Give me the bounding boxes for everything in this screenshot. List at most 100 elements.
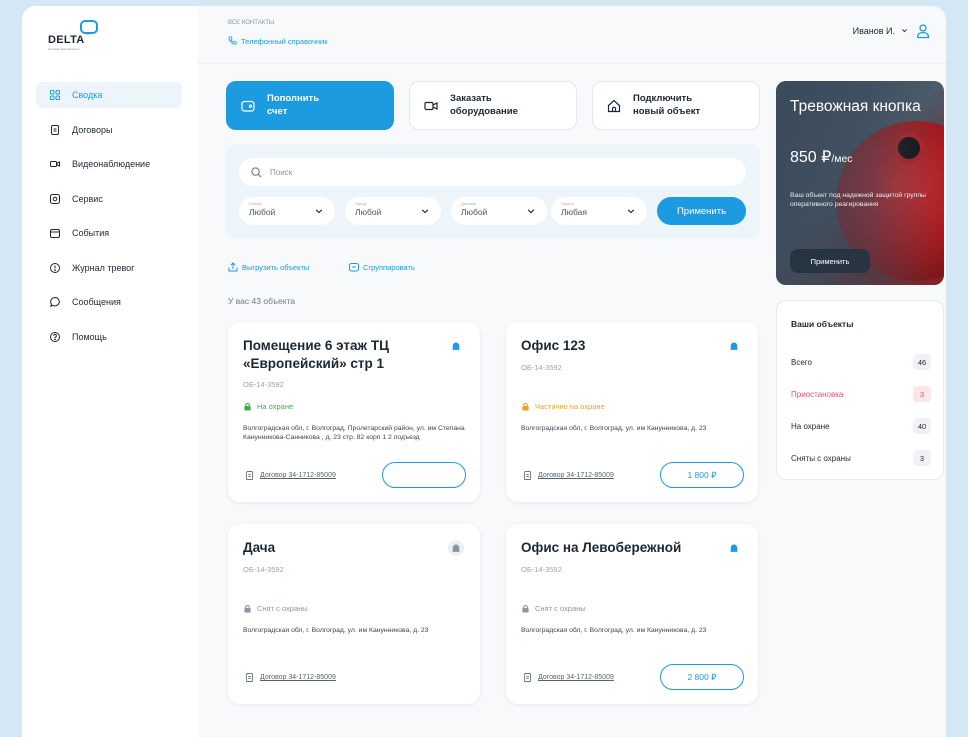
guard-status: На охране bbox=[243, 402, 293, 411]
search-placeholder: Поиск bbox=[270, 167, 293, 177]
sidebar-item-messages[interactable]: Сообщения bbox=[36, 289, 182, 315]
promo-price-unit: /мес bbox=[831, 153, 853, 165]
contract-select[interactable]: Договор Любой bbox=[451, 197, 547, 225]
user-menu[interactable]: Иванов И. bbox=[853, 22, 932, 40]
summary-row-label: Всего bbox=[791, 357, 812, 367]
price-button[interactable] bbox=[382, 462, 466, 488]
export-objects-label: Выгрузить объекты bbox=[242, 262, 310, 272]
sidebar-item-label: Сервис bbox=[72, 193, 103, 204]
order-equipment-label-line1: Заказать bbox=[450, 93, 492, 105]
guard-status-label: На охране bbox=[257, 402, 294, 411]
document-icon bbox=[523, 673, 532, 682]
price-button[interactable]: 1 800 ₽ bbox=[660, 462, 744, 488]
user-name: Иванов И. bbox=[852, 26, 895, 36]
lock-icon bbox=[244, 403, 251, 411]
object-card[interactable]: Офис на Левобережной ОБ-14-3592 Снят с о… bbox=[506, 524, 758, 704]
sidebar-item-help[interactable]: Помощь bbox=[36, 324, 182, 350]
promo-apply-button[interactable]: Применить bbox=[790, 249, 870, 273]
panic-button-promo: Тревожная кнопка 850 ₽/мес Ваш объект по… bbox=[776, 81, 944, 285]
summary-row-guarded[interactable]: На охране 40 bbox=[791, 418, 931, 434]
top-up-label-line2: счет bbox=[267, 105, 288, 117]
summary-row-label: Сняты с охраны bbox=[791, 453, 851, 463]
status-select[interactable]: Статус Любой bbox=[239, 197, 335, 225]
object-card[interactable]: Дача ОБ-14-3592 Снят с охраны Волгоградс… bbox=[228, 524, 480, 704]
object-card[interactable]: Помещение 6 этаж ТЦ «Европейский» стр 1 … bbox=[228, 322, 480, 502]
object-card[interactable]: Офис 123 ОБ-14-3592 Частично на охране В… bbox=[506, 322, 758, 502]
sidebar-item-service[interactable]: Сервис bbox=[36, 186, 182, 212]
apply-filters-button[interactable]: Применить bbox=[657, 197, 746, 225]
message-icon bbox=[50, 297, 60, 307]
connect-object-button[interactable]: Подключить новый объект bbox=[592, 81, 760, 130]
app-window: DELTA системы безопасности Сводка Догово… bbox=[22, 6, 946, 737]
select-caption: Договор bbox=[461, 201, 477, 206]
summary-row-value: 46 bbox=[913, 354, 931, 370]
group-select[interactable]: Группа Любая bbox=[551, 197, 647, 225]
alert-icon bbox=[50, 262, 60, 273]
object-address: Волгоградская обл, г. Волгоград, ул. им … bbox=[521, 627, 707, 634]
object-address: Волгоградская обл, г. Волгоград, Пролета… bbox=[243, 425, 465, 442]
select-caption: Группа bbox=[561, 201, 574, 206]
sidebar-item-video[interactable]: Видеонаблюдение bbox=[36, 151, 182, 177]
camera-icon bbox=[50, 159, 60, 169]
contract-link[interactable]: Договор 34-1712-85009 bbox=[245, 673, 336, 682]
promo-title: Тревожная кнопка bbox=[790, 98, 921, 115]
summary-row-total[interactable]: Всего 46 bbox=[791, 354, 931, 370]
sidebar-item-label: Видеонаблюдение bbox=[72, 159, 151, 169]
export-objects-link[interactable]: Выгрузить объекты bbox=[228, 262, 309, 272]
city-select[interactable]: Город Любой bbox=[345, 197, 441, 225]
object-code: ОБ-14-3592 bbox=[243, 565, 284, 574]
top-up-label-line1: Пополнить bbox=[267, 93, 320, 105]
phone-book-link[interactable]: Телефонный справочник bbox=[228, 36, 328, 47]
upload-icon bbox=[228, 262, 238, 272]
alarm-bell-icon[interactable] bbox=[448, 540, 464, 556]
contract-number: Договор 34-1712-85009 bbox=[538, 674, 614, 681]
help-icon bbox=[50, 331, 60, 342]
logo[interactable]: DELTA системы безопасности bbox=[48, 20, 108, 51]
wallet-icon bbox=[241, 99, 255, 113]
promo-price: 850 ₽/мес bbox=[790, 147, 853, 167]
sidebar-item-contracts[interactable]: Договоры bbox=[36, 117, 182, 143]
search-input[interactable]: Поиск bbox=[239, 158, 746, 186]
alarm-bell-icon[interactable] bbox=[448, 338, 464, 354]
guard-status: Частично на охране bbox=[521, 402, 605, 411]
object-card-title: Офис на Левобережной bbox=[521, 540, 682, 555]
contacts-label: ВСЕ КОНТАКТЫ bbox=[228, 20, 275, 26]
summary-row-unguarded[interactable]: Сняты с охраны 3 bbox=[791, 450, 931, 466]
guard-status: Снят с охраны bbox=[243, 604, 308, 613]
alarm-bell-icon[interactable] bbox=[726, 338, 742, 354]
object-card-title: Дача bbox=[243, 540, 276, 555]
sidebar-item-label: Сообщения bbox=[72, 297, 121, 307]
promo-text: Ваш объект под надежной защитой группы о… bbox=[790, 192, 926, 209]
user-avatar-icon[interactable] bbox=[914, 22, 932, 40]
service-icon bbox=[50, 193, 60, 204]
top-up-button[interactable]: Пополнить счет bbox=[226, 81, 394, 130]
search-icon bbox=[251, 166, 262, 177]
select-caption: Статус bbox=[249, 201, 262, 206]
chevron-down-icon bbox=[901, 26, 908, 36]
order-equipment-button[interactable]: Заказать оборудование bbox=[409, 81, 577, 130]
object-code: ОБ-14-3592 bbox=[243, 380, 284, 389]
summary-row-suspended[interactable]: Приостановка 3 bbox=[791, 386, 931, 402]
contract-link[interactable]: Договор 34-1712-85009 bbox=[245, 471, 336, 480]
price-button[interactable]: 2 800 ₽ bbox=[660, 664, 744, 690]
connect-object-label-line2: новый объект bbox=[633, 105, 701, 117]
sidebar-item-summary[interactable]: Сводка bbox=[36, 82, 182, 108]
sidebar-item-label: Сводка bbox=[72, 90, 103, 100]
grid-icon bbox=[50, 90, 60, 100]
select-caption: Город bbox=[355, 201, 366, 206]
phone-icon bbox=[228, 36, 237, 47]
alarm-bell-icon[interactable] bbox=[726, 540, 742, 556]
connect-object-label-line1: Подключить bbox=[633, 93, 693, 105]
sidebar-item-label: Журнал тревог bbox=[72, 262, 135, 273]
header-divider bbox=[198, 63, 946, 64]
contract-number: Договор 34-1712-85009 bbox=[538, 472, 614, 479]
contract-link[interactable]: Договор 34-1712-85009 bbox=[523, 471, 614, 480]
filters-panel: Поиск Статус Любой Город Любой Договор Л… bbox=[226, 144, 760, 239]
sidebar-item-events[interactable]: События bbox=[36, 220, 182, 246]
home-icon bbox=[607, 99, 621, 113]
sidebar-item-alarm-log[interactable]: Журнал тревог bbox=[36, 255, 182, 281]
summary-row-value: 3 bbox=[913, 386, 931, 402]
group-objects-link[interactable]: Сгруппировать bbox=[349, 262, 415, 272]
camera-icon bbox=[424, 99, 438, 113]
contract-link[interactable]: Договор 34-1712-85009 bbox=[523, 673, 614, 682]
